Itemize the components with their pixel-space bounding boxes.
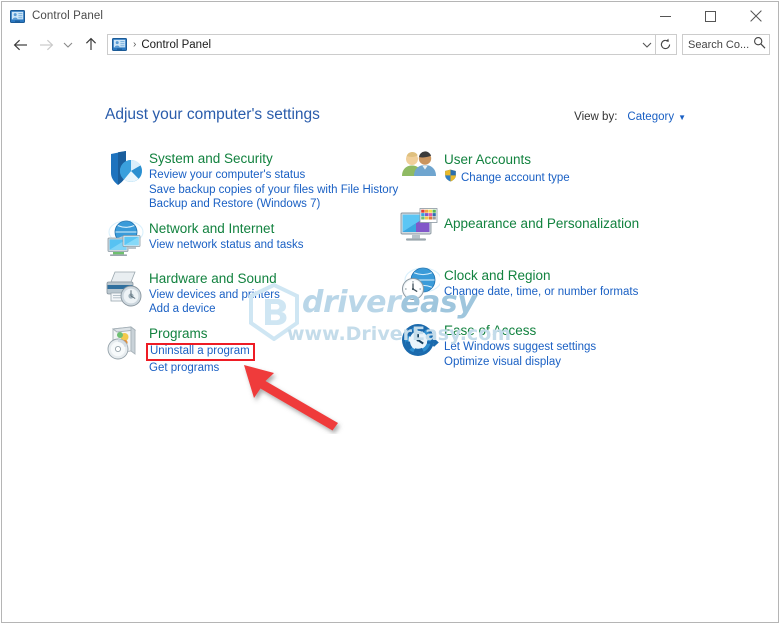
link-optimize-visual-display[interactable]: Optimize visual display bbox=[444, 355, 596, 370]
link-let-windows-suggest-settings[interactable]: Let Windows suggest settings bbox=[444, 340, 596, 355]
category-title[interactable]: Appearance and Personalization bbox=[444, 209, 639, 239]
chevron-down-icon bbox=[642, 41, 652, 49]
category-title[interactable]: Clock and Region bbox=[444, 267, 551, 284]
link-file-history-backup[interactable]: Save backup copies of your files with Fi… bbox=[149, 183, 398, 198]
shield-icon bbox=[105, 149, 149, 191]
search-box[interactable]: Search Co... bbox=[682, 34, 770, 55]
uac-shield-icon bbox=[444, 169, 457, 187]
monitor-palette-icon bbox=[400, 207, 444, 249]
category-body: Hardware and Sound View devices and prin… bbox=[149, 269, 280, 317]
recent-locations-button[interactable] bbox=[58, 33, 78, 57]
breadcrumb-control-panel[interactable]: Control Panel bbox=[141, 39, 211, 51]
software-box-cd-icon bbox=[105, 324, 149, 366]
uninstall-a-program-highlight[interactable]: Uninstall a program bbox=[146, 343, 255, 361]
content-area: Adjust your computer's settings View by:… bbox=[2, 59, 778, 622]
view-by-control: View by: Category ▼ bbox=[574, 111, 686, 123]
refresh-button[interactable] bbox=[655, 34, 677, 55]
category-body: System and Security Review your computer… bbox=[149, 149, 398, 212]
up-button[interactable] bbox=[78, 33, 103, 57]
category-clock-and-region: Clock and Region Change date, time, or n… bbox=[400, 266, 700, 308]
address-dropdown-button[interactable] bbox=[638, 35, 655, 54]
category-appearance-and-personalization: Appearance and Personalization bbox=[400, 207, 700, 249]
category-column-left: System and Security Review your computer… bbox=[105, 149, 395, 375]
title-bar: Control Panel bbox=[2, 2, 778, 30]
control-panel-window: Control Panel bbox=[1, 1, 779, 623]
breadcrumb-separator: › bbox=[133, 40, 136, 50]
view-by-value[interactable]: Category bbox=[627, 111, 674, 123]
address-bar: › Control Panel Search Co... bbox=[2, 30, 778, 59]
link-change-date-time-formats[interactable]: Change date, time, or number formats bbox=[444, 285, 638, 300]
category-title[interactable]: Ease of Access bbox=[444, 322, 536, 339]
category-body: Ease of Access Let Windows suggest setti… bbox=[444, 321, 596, 369]
two-people-icon bbox=[400, 149, 444, 191]
category-body: User Accounts Change account type bbox=[444, 149, 570, 191]
title-bar-left: Control Panel bbox=[2, 10, 103, 23]
link-add-a-device[interactable]: Add a device bbox=[149, 302, 280, 317]
category-column-right: User Accounts Change account type bbox=[400, 149, 700, 379]
window-title: Control Panel bbox=[32, 10, 103, 22]
link-uninstall-a-program[interactable]: Uninstall a program bbox=[149, 343, 255, 361]
breadcrumb-bar[interactable]: › Control Panel bbox=[107, 34, 656, 55]
category-ease-of-access: Ease of Access Let Windows suggest setti… bbox=[400, 321, 700, 369]
control-panel-icon bbox=[112, 38, 127, 51]
link-view-devices-and-printers[interactable]: View devices and printers bbox=[149, 288, 280, 303]
category-body: Appearance and Personalization bbox=[444, 207, 639, 249]
link-change-account-type[interactable]: Change account type bbox=[444, 169, 570, 187]
network-globe-monitor-icon bbox=[105, 219, 149, 261]
up-arrow-icon bbox=[84, 37, 98, 52]
category-title[interactable]: Network and Internet bbox=[149, 220, 274, 237]
maximize-button[interactable] bbox=[688, 2, 733, 30]
breadcrumb-right-controls bbox=[638, 35, 655, 54]
back-arrow-icon bbox=[13, 38, 29, 52]
category-title[interactable]: Hardware and Sound bbox=[149, 270, 277, 287]
search-input[interactable]: Search Co... bbox=[688, 39, 749, 51]
link-backup-and-restore[interactable]: Backup and Restore (Windows 7) bbox=[149, 197, 398, 212]
chevron-down-icon[interactable]: ▼ bbox=[678, 113, 686, 122]
window-controls bbox=[643, 2, 778, 30]
clock-globe-icon bbox=[400, 266, 444, 308]
link-label: Change account type bbox=[461, 171, 570, 186]
control-panel-icon bbox=[10, 10, 25, 23]
page-title: Adjust your computer's settings bbox=[105, 106, 320, 124]
category-title[interactable]: System and Security bbox=[149, 150, 273, 167]
link-view-network-status[interactable]: View network status and tasks bbox=[149, 238, 303, 253]
close-button[interactable] bbox=[733, 2, 778, 30]
category-body: Network and Internet View network status… bbox=[149, 219, 303, 261]
search-icon[interactable] bbox=[753, 36, 766, 54]
view-by-label: View by: bbox=[574, 111, 617, 123]
link-get-programs[interactable]: Get programs bbox=[149, 361, 255, 376]
back-button[interactable] bbox=[8, 33, 33, 57]
refresh-icon bbox=[659, 38, 672, 51]
minimize-button[interactable] bbox=[643, 2, 688, 30]
printer-speaker-icon bbox=[105, 269, 149, 311]
category-body: Clock and Region Change date, time, or n… bbox=[444, 266, 638, 308]
category-system-and-security: System and Security Review your computer… bbox=[105, 149, 395, 212]
category-user-accounts: User Accounts Change account type bbox=[400, 149, 700, 191]
category-title[interactable]: User Accounts bbox=[444, 151, 531, 168]
chevron-down-icon bbox=[63, 41, 73, 49]
link-review-computer-status[interactable]: Review your computer's status bbox=[149, 168, 398, 183]
forward-button[interactable] bbox=[33, 33, 58, 57]
category-network-and-internet: Network and Internet View network status… bbox=[105, 219, 395, 261]
category-title[interactable]: Programs bbox=[149, 325, 208, 342]
category-programs: Programs Uninstall a program Get program… bbox=[105, 324, 395, 376]
category-hardware-and-sound: Hardware and Sound View devices and prin… bbox=[105, 269, 395, 317]
forward-arrow-icon bbox=[38, 38, 54, 52]
ease-of-access-clock-icon bbox=[400, 321, 444, 363]
category-body: Programs Uninstall a program Get program… bbox=[149, 324, 255, 376]
